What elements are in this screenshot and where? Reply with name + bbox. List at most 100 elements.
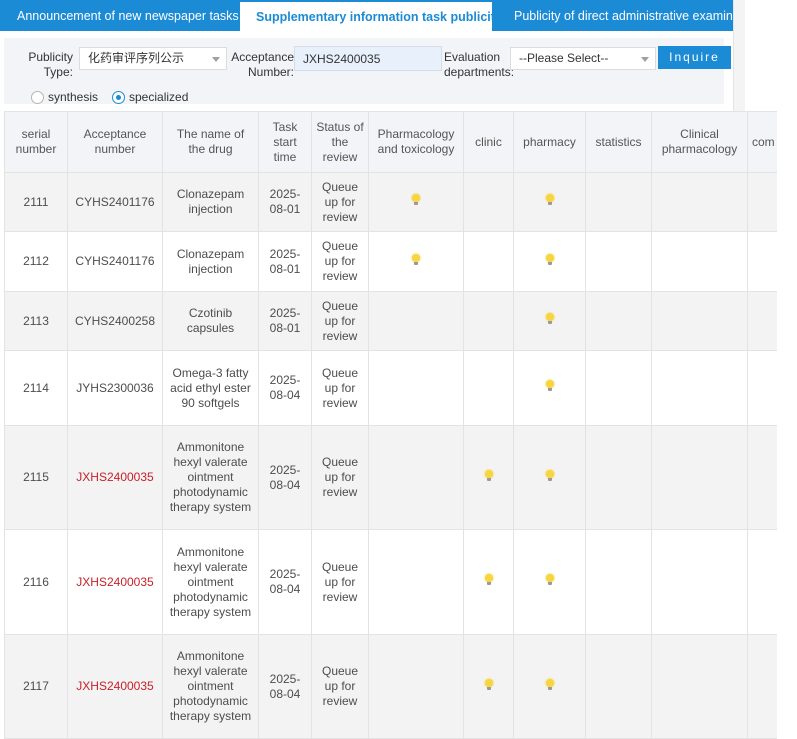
table-row[interactable]: 2115 JXHS2400035 Ammonitone hexyl valerate… (4, 425, 777, 530)
header-review-status[interactable]: Status of the review (311, 111, 369, 173)
cell-acceptance-number: JYHS2300036 (67, 350, 163, 426)
radio-specialized-label: specialized (129, 90, 189, 104)
lightbulb-icon (545, 678, 554, 691)
cell-pharmacy (513, 350, 586, 426)
results-table: serial number Acceptance number The name… (4, 111, 777, 739)
cell-review-status: Queue up for review (311, 425, 369, 530)
lightbulb-icon (484, 469, 493, 482)
tab-new-newspaper-tasks[interactable]: Announcement of new newspaper tasks (0, 0, 240, 31)
cell-review-status: Queue up for review (311, 529, 369, 635)
radio-specialized-circle[interactable] (112, 90, 125, 104)
cell-serial-number: 2111 (4, 172, 68, 232)
acceptance-number-input[interactable] (294, 46, 442, 71)
chevron-down-icon (641, 57, 649, 62)
header-truncated[interactable]: com (747, 111, 777, 173)
cell-review-status: Queue up for review (311, 634, 369, 739)
cell-acceptance-number: JXHS2400035 (67, 425, 163, 530)
cell-task-start-time: 2025-08-01 (258, 291, 312, 351)
cell-drug-name: Clonazepam injection (162, 231, 259, 292)
cell-pharmacy (513, 529, 586, 635)
radio-specialized[interactable]: specialized (112, 90, 188, 104)
table-row[interactable]: 2114 JYHS2300036 Omega-3 fatty acid ethyl … (4, 350, 777, 426)
cell-drug-name: Clonazepam injection (162, 172, 259, 232)
tab-supplementary-information[interactable]: Supplementary information task publicity (240, 2, 502, 31)
table-row[interactable]: 2113 CYHS2400258 Czotinib capsules 2025-08-… (4, 291, 777, 351)
cell-statistics (585, 634, 652, 739)
cell-pharmacy (513, 291, 586, 351)
table-row[interactable]: 2116 JXHS2400035 Ammonitone hexyl valerate… (4, 529, 777, 635)
inquire-button[interactable]: Inquire (658, 46, 731, 69)
tab-direct-administrative-examination[interactable]: Publicity of direct administrative exami… (497, 0, 733, 31)
header-statistics[interactable]: statistics (585, 111, 652, 173)
cell-serial-number: 2116 (4, 529, 68, 635)
radio-synthesis-circle[interactable] (31, 90, 44, 104)
cell-review-status: Queue up for review (311, 291, 369, 351)
publicity-type-label: Publicity Type: (28, 50, 73, 79)
cell-clinic (463, 350, 514, 426)
cell-clinic (463, 634, 514, 739)
cell-acceptance-number: CYHS2401176 (67, 172, 163, 232)
cell-pharmacology-toxicology (368, 231, 464, 292)
cell-serial-number: 2117 (4, 634, 68, 739)
radio-synthesis[interactable]: synthesis (31, 90, 98, 104)
lightbulb-icon (545, 469, 554, 482)
table-row[interactable]: 2111 CYHS2401176 Clonazepam injection 2025-… (4, 172, 777, 232)
evaluation-departments-select[interactable]: --Please Select-- (510, 47, 656, 70)
lightbulb-icon (412, 194, 420, 206)
header-clinic[interactable]: clinic (463, 111, 514, 173)
chevron-down-icon (212, 57, 220, 62)
lightbulb-icon (545, 194, 554, 206)
publicity-type-value: 化药审评序列公示 (88, 51, 185, 65)
cell-clinical-pharmacology (651, 350, 748, 426)
cell-serial-number: 2113 (4, 291, 68, 351)
cell-task-start-time: 2025-08-04 (258, 425, 312, 530)
publicity-type-select[interactable]: 化药审评序列公示 (79, 47, 227, 70)
table-row[interactable]: 2112 CYHS2401176 Clonazepam injection 2025-… (4, 231, 777, 292)
cell-acceptance-number: CYHS2401176 (67, 231, 163, 292)
header-drug-name[interactable]: The name of the drug (162, 111, 259, 173)
cell-pharmacology-toxicology (368, 425, 464, 530)
cell-pharmacy (513, 172, 586, 232)
cell-serial-number: 2115 (4, 425, 68, 530)
cell-pharmacy (513, 425, 586, 530)
lightbulb-icon (484, 574, 493, 586)
cell-pharmacology-toxicology (368, 172, 464, 232)
evaluation-departments-value: --Please Select-- (519, 51, 609, 65)
cell-task-start-time: 2025-08-04 (258, 350, 312, 426)
cell-clinic (463, 231, 514, 292)
header-acceptance-number[interactable]: Acceptance number (67, 111, 163, 173)
cell-task-start-time: 2025-08-01 (258, 231, 312, 292)
cell-drug-name: Ammonitone hexyl valerate ointment photo… (162, 425, 259, 530)
header-task-start-time[interactable]: Task start time (258, 111, 312, 173)
cell-pharmacology-toxicology (368, 529, 464, 635)
table-row[interactable]: 2117 JXHS2400035 Ammonitone hexyl valerate… (4, 634, 777, 739)
lightbulb-icon (545, 253, 554, 266)
header-pharmacy[interactable]: pharmacy (513, 111, 586, 173)
cell-clinical-pharmacology (651, 291, 748, 351)
cell-statistics (585, 231, 652, 292)
header-serial-number[interactable]: serial number (4, 111, 68, 173)
header-clinical-pharmacology[interactable]: Clinical pharmacology (651, 111, 748, 173)
cell-drug-name: Ammonitone hexyl valerate ointment photo… (162, 529, 259, 635)
cell-pharmacy (513, 634, 586, 739)
cell-review-status: Queue up for review (311, 172, 369, 232)
cell-statistics (585, 291, 652, 351)
acceptance-number-label: Acceptance Number: (231, 50, 294, 79)
results-table-wrapper: serial number Acceptance number The name… (4, 111, 777, 739)
cell-pharmacology-toxicology (368, 291, 464, 351)
cell-task-start-time: 2025-08-04 (258, 529, 312, 635)
cell-truncated (747, 350, 777, 426)
cell-clinical-pharmacology (651, 425, 748, 530)
header-pharmacology-toxicology[interactable]: Pharmacology and toxicology (368, 111, 464, 173)
cell-clinical-pharmacology (651, 634, 748, 739)
lightbulb-icon (545, 574, 554, 586)
cell-statistics (585, 529, 652, 635)
filter-panel: Publicity Type: 化药审评序列公示 Acceptance Numb… (4, 38, 731, 104)
cell-serial-number: 2112 (4, 231, 68, 292)
cell-review-status: Queue up for review (311, 231, 369, 292)
cell-pharmacy (513, 231, 586, 292)
lightbulb-icon (545, 380, 554, 392)
lightbulb-icon (484, 678, 493, 691)
table-header-row: serial number Acceptance number The name… (4, 111, 777, 173)
cell-truncated (747, 172, 777, 232)
